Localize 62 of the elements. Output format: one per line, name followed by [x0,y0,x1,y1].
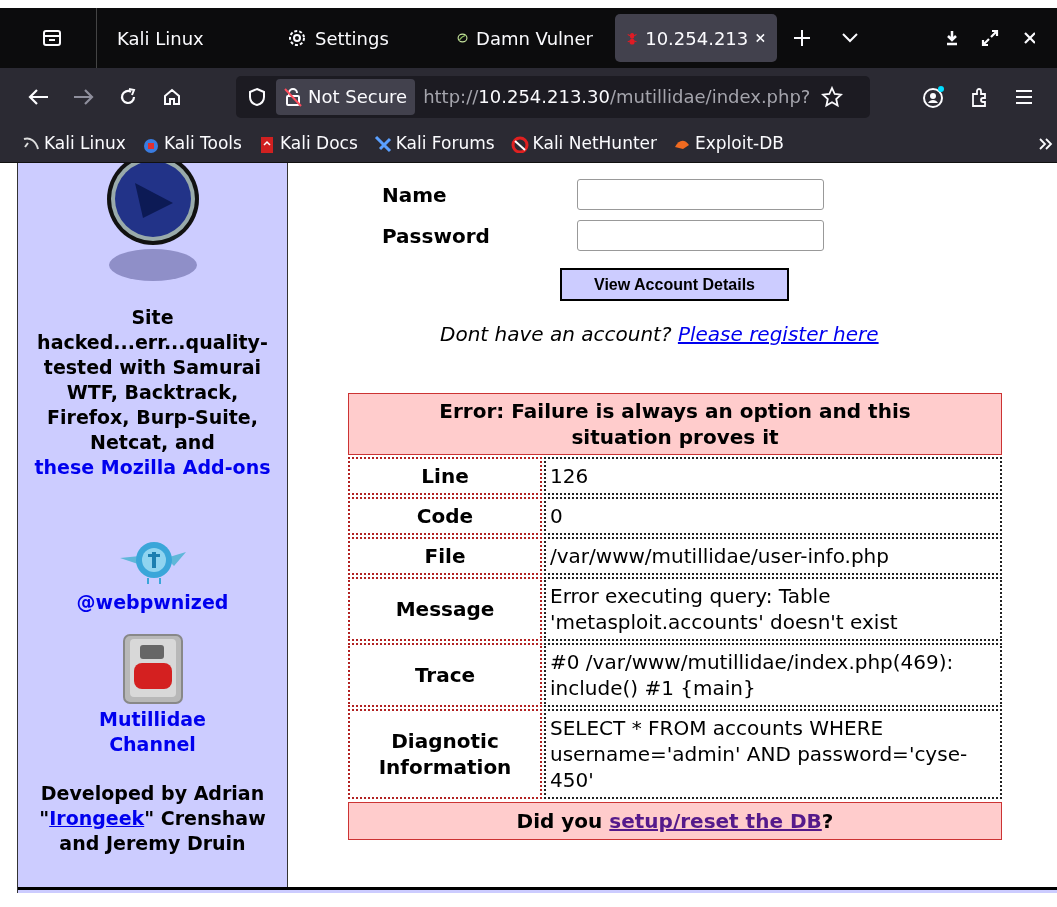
error-value: /var/www/mutillidae/user-info.php [544,537,1002,575]
close-icon[interactable] [1023,31,1035,45]
error-value: 126 [544,457,1002,495]
error-label: Diagnotic Information [348,709,542,799]
download-icon[interactable] [945,30,959,46]
error-footer: Did you setup/reset the DB? [348,802,1002,840]
video-app-icon [121,633,184,705]
tab-list-icon[interactable] [42,28,62,48]
error-label: File [348,537,542,575]
twitter-link[interactable]: @webpwnized [76,590,229,615]
chevron-down-icon[interactable] [841,32,859,44]
broken-lock-icon [284,86,302,107]
error-value: SELECT * FROM accounts WHERE username='admin' AND password='cyse-450' [544,709,1002,799]
input-field[interactable] [577,220,824,251]
field-label: Password [382,222,491,250]
browser-tab[interactable]: 10.254.213 [615,14,777,62]
error-label: Message [348,577,542,641]
bookmark[interactable]: Kali Docs [257,130,358,157]
register-text: Dont have an account? Please register here [440,321,879,348]
back-icon[interactable] [28,87,50,106]
field-label: Name [382,181,448,209]
error-value: #0 /var/www/mutillidae/index.php(469): include() #1 {main} [544,643,1002,707]
bookmark-icon [373,134,392,153]
error-value: 0 [544,497,1002,535]
developer-text: Developed by Adrian "Irongeek" Crenshaw and Jeremy Druin [38,781,267,856]
error-title: Error: Failure is always an option and this situation proves it [348,393,1002,455]
bookmark[interactable]: Kali NetHunter [510,130,657,157]
account-icon[interactable] [922,84,946,109]
bookmark[interactable]: Kali Forums [373,130,495,157]
reset-db-link[interactable]: setup/reset the DB [609,809,822,833]
browser-tab[interactable]: Settings [275,14,435,62]
forward-icon[interactable] [72,87,94,106]
error-label: Code [348,497,542,535]
credits-text: Site hacked...err...quality-tested with Samurai WTF, Backtrack, Firefox, Burp-Suite, Netcat, and these Mozilla Add-ons [33,305,272,480]
shield-icon[interactable] [248,86,266,107]
double-chevron-icon[interactable] [1039,136,1053,151]
bookmark[interactable]: Kali Linux [22,130,126,157]
view-account-button[interactable]: View Account Details [560,268,789,301]
home-icon[interactable] [162,86,182,107]
bookmark[interactable]: Exploit-DB [673,130,784,157]
browser-tab[interactable]: Damn Vulner [445,14,605,62]
channel-link[interactable]: Mutillidae Channel [87,707,218,757]
menu-icon[interactable] [1016,88,1032,105]
error-label: Line [348,457,542,495]
irongeek-link[interactable]: Irongeek [49,807,145,829]
browser-tab[interactable]: Kali Linux [105,14,265,62]
plus-icon[interactable] [793,29,811,47]
bookmark-icon [510,134,529,153]
url-text[interactable]: http://10.254.213.30/mutillidae/index.php? [423,83,816,110]
reload-icon[interactable] [118,86,138,107]
close-tab-icon[interactable] [756,32,765,44]
input-field[interactable] [577,179,824,210]
add-ons-link[interactable]: these Mozilla Add-ons [34,456,271,478]
star-icon[interactable] [821,85,844,108]
address-bar[interactable]: Not Secure http://10.254.213.30/mutillidae/index.php? [236,75,870,118]
expand-icon[interactable] [981,29,999,47]
gear-icon [287,28,307,48]
error-value: Error executing query: Table 'metasploit.accounts' doesn't exist [544,577,1002,641]
bookmark[interactable]: Kali Tools [141,130,242,157]
error-label: Trace [348,643,542,707]
security-indicator[interactable]: Not Secure [276,78,416,115]
register-link[interactable]: Please register here [677,322,879,346]
